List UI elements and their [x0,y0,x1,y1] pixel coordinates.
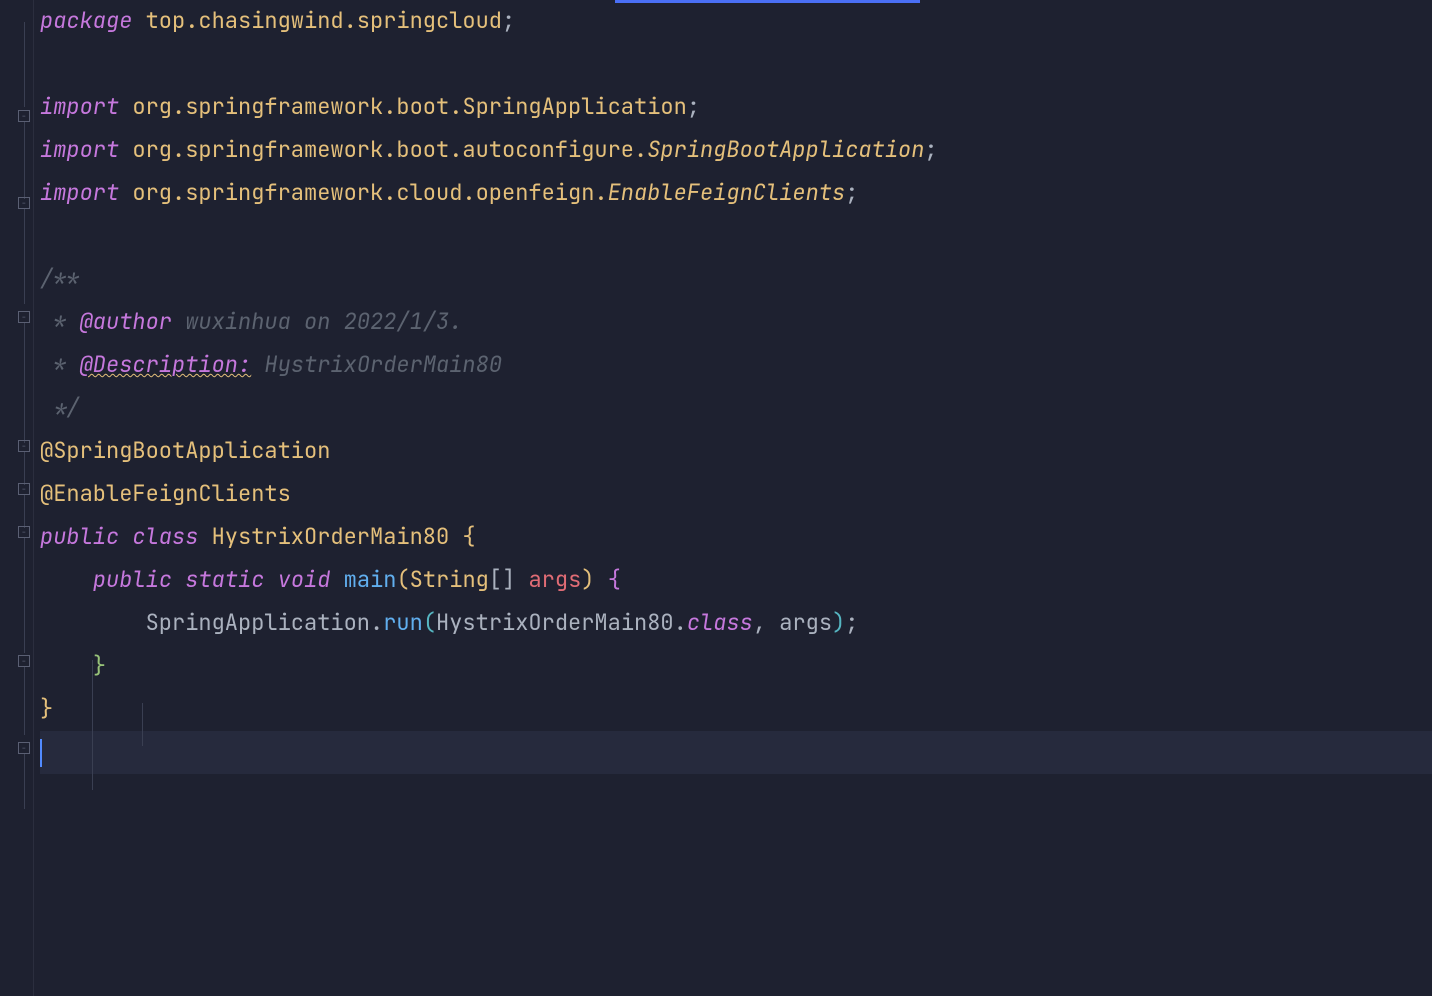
code-line[interactable]: } [40,688,1432,731]
code-line[interactable]: @SpringBootApplication [40,430,1432,473]
fold-line [24,209,25,304]
code-line[interactable]: import org.springframework.boot.autoconf… [40,129,1432,172]
code-line[interactable]: } [40,645,1432,688]
arg-args: , args [753,602,832,645]
method-run: run [383,602,423,645]
paren-close: ) [832,602,845,645]
brace-open: { [608,559,621,602]
import-path: org.springframework.boot.autoconfigure. [119,129,647,172]
keyword-static: static [172,559,264,602]
dot: . [370,602,383,645]
param-type: String [410,559,489,602]
dot: . [674,602,687,645]
code-line[interactable]: * @Description: HystrixOrderMain80 [40,344,1432,387]
code-content[interactable]: package top.chasingwind.springcloud; imp… [34,0,1432,996]
semicolon: ; [924,129,937,172]
javadoc-open: /** [40,258,80,301]
keyword-public: public [93,559,172,602]
keyword-import: import [40,129,119,172]
code-line[interactable]: /** [40,258,1432,301]
keyword-package: package [40,0,132,43]
fold-line [24,122,25,199]
code-line-blank[interactable] [40,215,1432,258]
fold-line [24,323,25,443]
import-path: org.springframework.boot.SpringApplicati… [119,86,687,129]
javadoc-text: HystrixOrderMain80 [251,344,502,387]
import-class: SpringBootApplication [647,129,924,172]
code-line-caret[interactable] [40,731,1432,774]
code-line-blank[interactable] [40,43,1432,86]
paren-open: ( [396,559,409,602]
indent-guide [92,660,93,790]
space [594,559,607,602]
annotation-feign: @EnableFeignClients [40,473,291,516]
fold-marker-icon[interactable] [18,197,30,209]
javadoc-tag-author: @author [80,301,172,344]
semicolon: ; [687,86,700,129]
brace-close: } [40,688,53,731]
javadoc-close: */ [40,387,80,430]
array-brackets: [] [489,559,529,602]
fold-line [24,667,25,735]
param-name: args [528,559,581,602]
fold-marker-icon[interactable] [18,311,30,323]
indent-guide [142,703,143,746]
code-line[interactable]: SpringApplication.run(HystrixOrderMain80… [40,602,1432,645]
fold-marker-icon[interactable] [18,110,30,122]
semicolon: ; [845,172,858,215]
import-path: org.springframework.cloud.openfeign. [119,172,607,215]
keyword-class: class [119,516,198,559]
indent [40,602,146,645]
text-caret [40,739,42,767]
import-class: EnableFeignClients [608,172,846,215]
code-line[interactable]: */ [40,387,1432,430]
javadoc-star: * [40,301,80,344]
code-line[interactable]: public static void main(String[] args) { [40,559,1432,602]
javadoc-tag-description: @Description: [80,344,252,387]
class-ref: SpringApplication [146,602,370,645]
code-line[interactable]: public class HystrixOrderMain80 { [40,516,1432,559]
semicolon: ; [845,602,858,645]
annotation-springboot: @SpringBootApplication [40,430,330,473]
brace-open: { [462,516,475,559]
code-line[interactable]: import org.springframework.cloud.openfei… [40,172,1432,215]
semicolon: ; [502,0,515,43]
editor-gutter[interactable] [0,0,34,996]
code-line[interactable]: import org.springframework.boot.SpringAp… [40,86,1432,129]
fold-line [24,22,25,107]
keyword-class-literal: class [687,602,753,645]
brace-close: } [93,645,106,688]
package-path: top.chasingwind.springcloud [132,0,502,43]
class-name: HystrixOrderMain80 [198,516,462,559]
fold-marker-icon[interactable] [18,655,30,667]
code-editor[interactable]: package top.chasingwind.springcloud; imp… [0,0,1432,996]
fold-line [24,495,25,528]
fold-line [24,452,25,485]
keyword-import: import [40,172,119,215]
code-line[interactable]: @EnableFeignClients [40,473,1432,516]
keyword-void: void [264,559,330,602]
javadoc-text: wuxinhua on 2022/1/3. [172,301,462,344]
fold-marker-icon[interactable] [18,526,30,538]
javadoc-star: * [40,344,80,387]
keyword-import: import [40,86,119,129]
keyword-public: public [40,516,119,559]
paren-open: ( [423,602,436,645]
fold-line [24,538,25,653]
paren-close: ) [581,559,594,602]
indent [40,559,93,602]
fold-marker-icon[interactable] [18,440,30,452]
fold-line [24,754,25,809]
method-main: main [330,559,396,602]
fold-marker-icon[interactable] [18,742,30,754]
indent [40,645,93,688]
arg-class: HystrixOrderMain80 [436,602,674,645]
code-line[interactable]: package top.chasingwind.springcloud; [40,0,1432,43]
fold-marker-icon[interactable] [18,483,30,495]
code-line[interactable]: * @author wuxinhua on 2022/1/3. [40,301,1432,344]
